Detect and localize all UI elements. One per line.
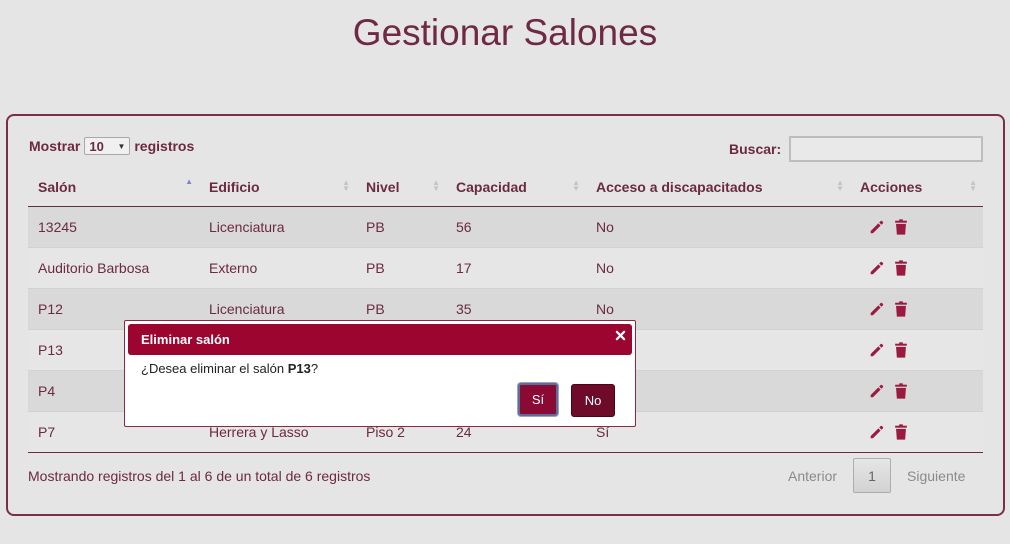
page-1-button[interactable]: 1 xyxy=(853,458,892,493)
th-label: Acceso a discapacitados xyxy=(596,178,763,195)
trash-icon[interactable] xyxy=(892,258,910,278)
dialog-header: Eliminar salón xyxy=(128,324,632,355)
table-cell: 17 xyxy=(446,246,586,288)
pencil-icon[interactable] xyxy=(868,422,886,442)
th-capacidad[interactable]: Capacidad ▲ ▼ xyxy=(446,168,586,207)
dialog-title: Eliminar salón xyxy=(141,332,230,347)
th-nivel[interactable]: Nivel ▲ ▼ xyxy=(356,168,446,207)
search-input[interactable] xyxy=(789,136,984,162)
pencil-icon[interactable] xyxy=(868,217,886,237)
table-cell: 56 xyxy=(446,205,586,247)
table-cell: No xyxy=(586,205,850,247)
th-acceso[interactable]: Acceso a discapacitados ▲ ▼ xyxy=(586,168,850,207)
chevron-down-icon: ▼ xyxy=(117,141,126,151)
delete-dialog: Eliminar salón ¿Desea eliminar el salón … xyxy=(124,320,636,427)
actions-cell xyxy=(850,205,983,247)
actions-cell xyxy=(850,328,983,370)
pencil-icon[interactable] xyxy=(868,340,886,360)
prev-page-button[interactable]: Anterior xyxy=(772,468,853,484)
table-cell: No xyxy=(586,246,850,288)
close-icon[interactable] xyxy=(614,329,626,341)
trash-icon[interactable] xyxy=(892,299,910,319)
dialog-message-target: P13 xyxy=(287,361,311,376)
pencil-icon[interactable] xyxy=(868,258,886,278)
length-select[interactable]: 10 ▼ xyxy=(84,137,131,155)
pencil-icon[interactable] xyxy=(868,299,886,319)
table-row: Auditorio Barbosa Externo PB 17 No xyxy=(28,246,983,288)
confirm-no-button[interactable]: No xyxy=(571,384,615,417)
search-label: Buscar: xyxy=(729,141,782,157)
th-label: Edificio xyxy=(209,178,260,195)
length-select-value: 10 xyxy=(89,138,104,154)
actions-cell xyxy=(850,246,983,288)
sort-icon: ▲ ▼ xyxy=(969,178,977,193)
table-row: 13245 Licenciatura PB 56 No xyxy=(28,205,983,247)
trash-icon[interactable] xyxy=(892,340,910,360)
table-cell: 13245 xyxy=(28,205,199,247)
trash-icon[interactable] xyxy=(892,422,910,442)
actions-cell xyxy=(850,369,983,411)
length-suffix: registros xyxy=(134,138,195,154)
table-cell: Licenciatura xyxy=(199,205,356,247)
length-control: Mostrar 10 ▼ registros xyxy=(29,137,194,155)
row-actions xyxy=(860,381,973,401)
row-actions xyxy=(860,258,973,278)
th-salon[interactable]: Salón ▲ xyxy=(28,168,199,207)
actions-cell xyxy=(850,287,983,329)
dialog-message: ¿Desea eliminar el salón P13? xyxy=(141,361,318,376)
th-label: Capacidad xyxy=(456,178,527,195)
trash-icon[interactable] xyxy=(892,217,910,237)
row-actions xyxy=(860,422,973,442)
sort-icon: ▲ ▼ xyxy=(342,178,350,193)
table-cell: PB xyxy=(356,246,446,288)
sort-icon: ▲ ▼ xyxy=(836,178,844,193)
next-page-button[interactable]: Siguiente xyxy=(891,468,981,484)
page-title: Gestionar Salones xyxy=(352,12,658,53)
th-label: Nivel xyxy=(366,178,400,195)
table-info: Mostrando registros del 1 al 6 de un tot… xyxy=(28,468,371,484)
search-control: Buscar: xyxy=(729,136,984,162)
row-actions xyxy=(860,340,973,360)
trash-icon[interactable] xyxy=(892,381,910,401)
dialog-message-text: ¿Desea eliminar el salón xyxy=(141,361,288,376)
actions-cell xyxy=(850,410,983,453)
th-label: Acciones xyxy=(860,178,923,195)
row-actions xyxy=(860,217,973,237)
table-cell: PB xyxy=(356,205,446,247)
salones-panel: Mostrar 10 ▼ registros Buscar: Salón ▲ E… xyxy=(6,114,1005,516)
dialog-message-suffix: ? xyxy=(310,361,319,376)
pencil-icon[interactable] xyxy=(868,381,886,401)
th-edificio[interactable]: Edificio ▲ ▼ xyxy=(199,168,356,207)
table-cell: Auditorio Barbosa xyxy=(28,246,199,288)
confirm-yes-button[interactable]: Sí xyxy=(518,383,558,416)
table-cell: Externo xyxy=(199,246,356,288)
th-acciones[interactable]: Acciones ▲ ▼ xyxy=(850,168,983,207)
sort-icon: ▲ ▼ xyxy=(432,178,440,193)
sort-asc-icon: ▲ xyxy=(185,177,193,186)
length-prefix: Mostrar xyxy=(29,138,81,154)
row-actions xyxy=(860,299,973,319)
th-label: Salón xyxy=(38,178,77,195)
table-header-row: Salón ▲ Edificio ▲ ▼ Nivel ▲ ▼ Capacidad ▲… xyxy=(28,168,983,207)
pagination: Anterior 1 Siguiente xyxy=(772,458,981,493)
sort-icon: ▲ ▼ xyxy=(572,178,580,193)
